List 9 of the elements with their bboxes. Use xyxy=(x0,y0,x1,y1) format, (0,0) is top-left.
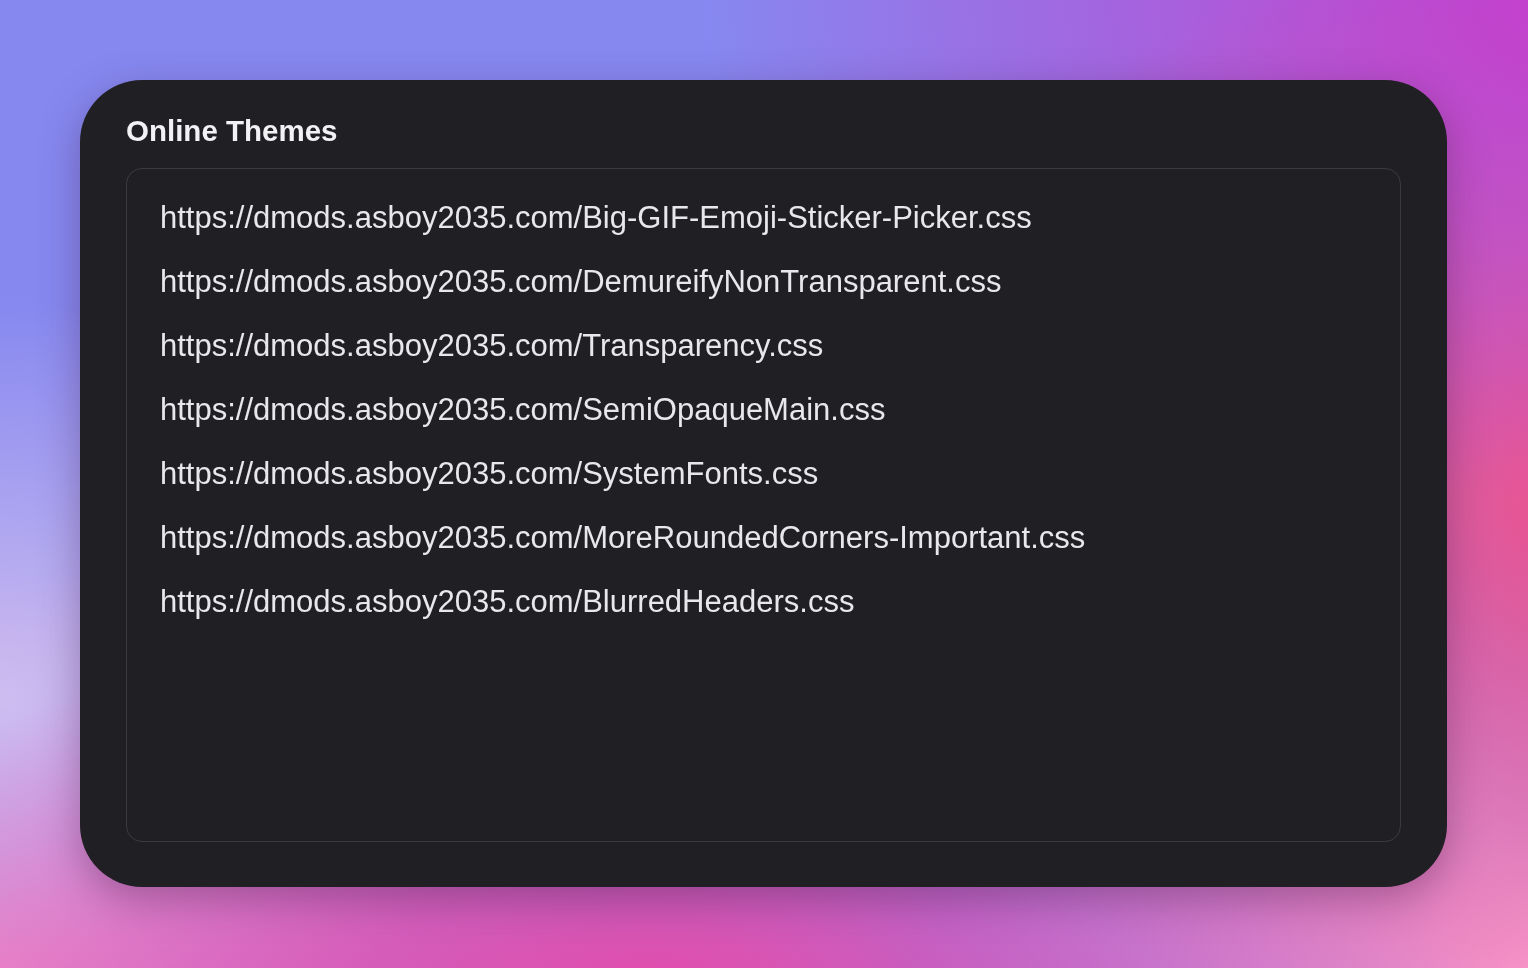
url-line: https://dmods.asboy2035.com/BlurredHeaders.css xyxy=(160,583,855,621)
url-line: https://dmods.asboy2035.com/MoreRoundedCorners-Important.css xyxy=(160,519,1086,557)
url-line: https://dmods.asboy2035.com/Transparency.css xyxy=(160,327,824,365)
url-line: https://dmods.asboy2035.com/Big-GIF-Emoji-Sticker-Picker.css xyxy=(160,199,1032,237)
url-line: https://dmods.asboy2035.com/SemiOpaqueMain.css xyxy=(160,391,886,429)
url-line: https://dmods.asboy2035.com/SystemFonts.css xyxy=(160,455,819,493)
text-area[interactable] xyxy=(126,168,1401,842)
url-line: https://dmods.asboy2035.com/DemureifyNonTransparent.css xyxy=(160,263,1002,301)
section-title: Online Themes xyxy=(126,113,338,149)
